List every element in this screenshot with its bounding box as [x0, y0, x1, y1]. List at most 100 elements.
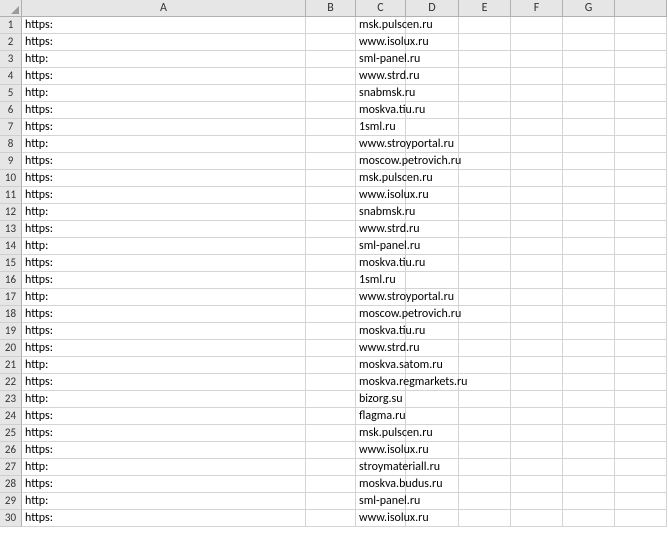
cell-a[interactable]: https: — [22, 476, 306, 493]
cell-a[interactable]: http: — [22, 136, 306, 153]
row-header[interactable]: 11 — [0, 187, 22, 204]
cell-empty[interactable] — [459, 442, 511, 459]
cell-empty[interactable] — [459, 170, 511, 187]
cell-empty[interactable] — [615, 272, 667, 289]
cell-empty[interactable] — [459, 459, 511, 476]
cell-c[interactable]: moskva.satom.ru — [356, 357, 406, 374]
cell-empty[interactable] — [459, 153, 511, 170]
cell-empty[interactable] — [563, 289, 615, 306]
cell-empty[interactable] — [615, 459, 667, 476]
cell-a[interactable]: http: — [22, 357, 306, 374]
cell-a[interactable]: http: — [22, 238, 306, 255]
cell-empty[interactable] — [563, 323, 615, 340]
row-header[interactable]: 5 — [0, 85, 22, 102]
row-header[interactable]: 9 — [0, 153, 22, 170]
row-header[interactable]: 21 — [0, 357, 22, 374]
row-header[interactable]: 7 — [0, 119, 22, 136]
cell-empty[interactable] — [563, 255, 615, 272]
cell-b[interactable] — [306, 357, 356, 374]
cell-a[interactable]: http: — [22, 51, 306, 68]
cell-a[interactable]: https: — [22, 34, 306, 51]
cell-a[interactable]: http: — [22, 85, 306, 102]
cell-empty[interactable] — [615, 374, 667, 391]
cell-empty[interactable] — [511, 340, 563, 357]
cell-c[interactable]: www.isolux.ru — [356, 187, 406, 204]
row-header[interactable]: 4 — [0, 68, 22, 85]
cell-empty[interactable] — [511, 85, 563, 102]
cell-empty[interactable] — [511, 510, 563, 527]
cell-empty[interactable] — [615, 391, 667, 408]
cell-b[interactable] — [306, 408, 356, 425]
cell-b[interactable] — [306, 102, 356, 119]
cell-a[interactable]: https: — [22, 17, 306, 34]
row-header[interactable]: 28 — [0, 476, 22, 493]
cell-empty[interactable] — [563, 238, 615, 255]
cell-c[interactable]: msk.pulscen.ru — [356, 17, 406, 34]
cell-c[interactable]: msk.pulscen.ru — [356, 170, 406, 187]
cell-c[interactable]: www.strd.ru — [356, 340, 406, 357]
col-header-f[interactable]: F — [511, 0, 563, 17]
row-header[interactable]: 25 — [0, 425, 22, 442]
cell-b[interactable] — [306, 374, 356, 391]
cell-empty[interactable] — [615, 204, 667, 221]
cell-b[interactable] — [306, 289, 356, 306]
row-header[interactable]: 2 — [0, 34, 22, 51]
cell-b[interactable] — [306, 340, 356, 357]
cell-empty[interactable] — [563, 408, 615, 425]
row-header[interactable]: 6 — [0, 102, 22, 119]
row-header[interactable]: 14 — [0, 238, 22, 255]
row-header[interactable]: 27 — [0, 459, 22, 476]
cell-a[interactable]: https: — [22, 68, 306, 85]
cell-empty[interactable] — [563, 85, 615, 102]
cell-empty[interactable] — [563, 374, 615, 391]
cell-b[interactable] — [306, 187, 356, 204]
cell-b[interactable] — [306, 85, 356, 102]
cell-empty[interactable] — [615, 238, 667, 255]
cell-c[interactable]: snabmsk.ru — [356, 85, 406, 102]
cell-empty[interactable] — [511, 255, 563, 272]
cell-b[interactable] — [306, 136, 356, 153]
cell-empty[interactable] — [615, 153, 667, 170]
cell-empty[interactable] — [511, 170, 563, 187]
cell-empty[interactable] — [615, 136, 667, 153]
cell-empty[interactable] — [615, 442, 667, 459]
cell-empty[interactable] — [615, 306, 667, 323]
cell-c[interactable]: stroymateriall.ru — [356, 459, 406, 476]
cell-empty[interactable] — [511, 357, 563, 374]
cell-c[interactable]: www.isolux.ru — [356, 34, 406, 51]
cell-b[interactable] — [306, 68, 356, 85]
row-header[interactable]: 19 — [0, 323, 22, 340]
cell-empty[interactable] — [563, 510, 615, 527]
cell-c[interactable]: www.stroyportal.ru — [356, 136, 406, 153]
cell-empty[interactable] — [563, 34, 615, 51]
cell-empty[interactable] — [511, 323, 563, 340]
row-header[interactable]: 12 — [0, 204, 22, 221]
col-header-d[interactable]: D — [406, 0, 459, 17]
cell-empty[interactable] — [459, 238, 511, 255]
col-header-b[interactable]: B — [306, 0, 356, 17]
cell-empty[interactable] — [563, 221, 615, 238]
cell-empty[interactable] — [563, 459, 615, 476]
row-header[interactable]: 22 — [0, 374, 22, 391]
row-header[interactable]: 23 — [0, 391, 22, 408]
cell-c[interactable]: www.isolux.ru — [356, 442, 406, 459]
cell-empty[interactable] — [406, 272, 459, 289]
cell-empty[interactable] — [615, 323, 667, 340]
spreadsheet[interactable]: A B C D E F G 1https:msk.pulscen.ru2http… — [0, 0, 668, 527]
cell-empty[interactable] — [511, 442, 563, 459]
cell-a[interactable]: https: — [22, 119, 306, 136]
select-all-corner[interactable] — [0, 0, 22, 17]
col-header-h[interactable] — [615, 0, 667, 17]
cell-a[interactable]: http: — [22, 493, 306, 510]
cell-c[interactable]: flagma.ru — [356, 408, 406, 425]
cell-a[interactable]: https: — [22, 374, 306, 391]
cell-b[interactable] — [306, 459, 356, 476]
cell-empty[interactable] — [563, 306, 615, 323]
cell-b[interactable] — [306, 255, 356, 272]
cell-a[interactable]: https: — [22, 408, 306, 425]
cell-empty[interactable] — [459, 323, 511, 340]
cell-empty[interactable] — [615, 68, 667, 85]
cell-a[interactable]: https: — [22, 510, 306, 527]
row-header[interactable]: 20 — [0, 340, 22, 357]
row-header[interactable]: 18 — [0, 306, 22, 323]
